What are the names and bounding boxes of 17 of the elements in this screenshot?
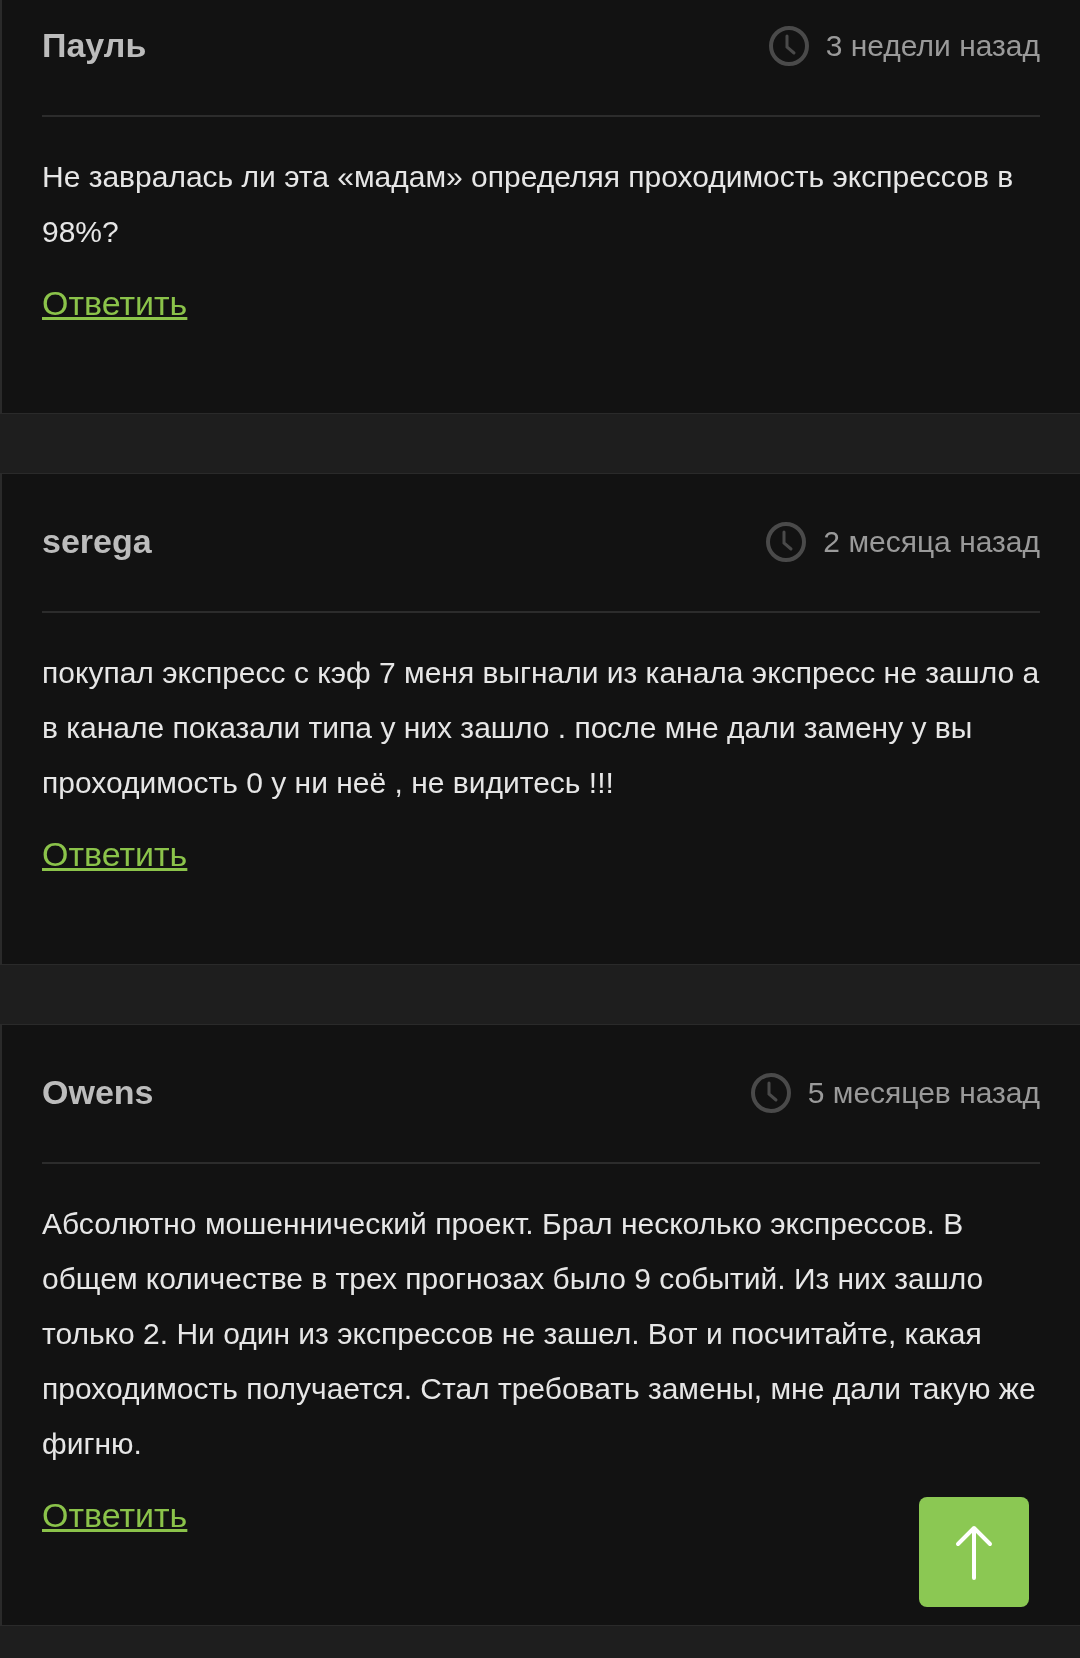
author-name: Owens: [42, 1072, 154, 1113]
clock-icon: [765, 520, 808, 563]
comment-text: покупал экспресс с кэф 7 меня выгнали из канала экспресс не зашло а в канале показали типа у них зашло . после мне дали замену у вы проходимость 0 у ни неё , не видитесь !!!: [42, 655, 1040, 801]
clock-icon: [767, 24, 810, 67]
author-name: Пауль: [42, 25, 147, 66]
scroll-to-top-button[interactable]: [919, 1497, 1029, 1607]
comment-time: 3 недели назад: [825, 28, 1040, 64]
reply-link[interactable]: Ответить: [42, 834, 188, 874]
arrow-up-icon: [954, 1524, 994, 1580]
comment-text: Не завралась ли эта «мадам» определяя проходимость экспрессов в 98%?: [42, 159, 1015, 250]
comment-text: Абсолютно мошеннический проект. Брал несколько экспрессов. В общем количестве в трех прогнозах было 9 событий. Из них зашло только 2. Ни один из экспрессов не зашел. Вот и посчитайте, какая проходимость получается. Стал требовать замены, мне дали такую же фигню.: [42, 1206, 1037, 1462]
comment-time: 2 месяца назад: [823, 524, 1040, 560]
clock-icon: [749, 1071, 792, 1114]
reply-link[interactable]: Ответить: [42, 283, 188, 323]
reply-link[interactable]: Ответить: [42, 1495, 188, 1535]
author-name: serega: [42, 521, 152, 562]
comment-time: 5 месяцев назад: [807, 1075, 1040, 1111]
